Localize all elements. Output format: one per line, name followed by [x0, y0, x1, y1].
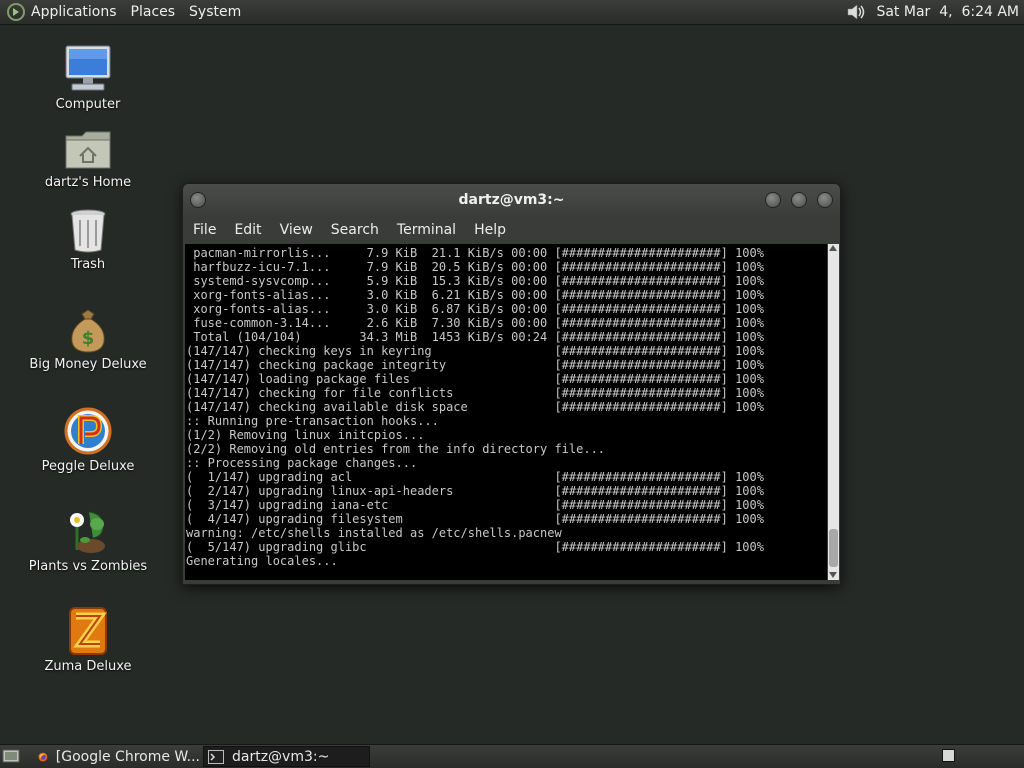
plants-vs-zombies-icon: [70, 511, 105, 553]
volume-icon[interactable]: [845, 2, 869, 22]
terminal-line: xorg-fonts-alias... 3.0 KiB 6.87 KiB/s 0…: [186, 302, 764, 316]
window-titlebar[interactable]: dartz@vm3:~: [183, 184, 840, 216]
terminal-window: dartz@vm3:~ File Edit View Search Termin…: [182, 183, 841, 585]
bottom-panel: [Google Chrome W... dartz@vm3:~: [0, 744, 1024, 768]
window-menubar: File Edit View Search Terminal Help: [183, 217, 840, 243]
desktop-icon-peggle-deluxe[interactable]: Peggle Deluxe: [8, 406, 168, 474]
taskbar-item-label: dartz@vm3:~: [232, 748, 330, 765]
terminal-line: :: Processing package changes...: [186, 456, 418, 470]
terminal-line: ( 5/147) upgrading glibc [##############…: [186, 540, 764, 554]
terminal-line: (2/2) Removing old entries from the info…: [186, 442, 606, 456]
terminal-line: harfbuzz-icu-7.1... 7.9 KiB 20.5 KiB/s 0…: [186, 260, 764, 274]
terminal-line: (147/147) checking package integrity [##…: [186, 358, 764, 372]
distro-logo-icon[interactable]: [7, 3, 25, 21]
terminal-scrollbar[interactable]: [828, 244, 839, 580]
desktop-icon-home[interactable]: dartz's Home: [8, 128, 168, 190]
computer-icon: [65, 45, 111, 91]
desktop-icon-zuma-deluxe[interactable]: Zuma Deluxe: [8, 606, 168, 674]
terminal-line: ( 2/147) upgrading linux-api-headers [##…: [186, 484, 764, 498]
firefox-icon: [38, 752, 48, 761]
desktop-icon-computer[interactable]: Computer: [8, 44, 168, 112]
desktop-icon-label: Plants vs Zombies: [28, 559, 148, 574]
places-menu[interactable]: Places: [131, 4, 184, 20]
menu-file[interactable]: File: [193, 222, 216, 238]
menu-edit[interactable]: Edit: [234, 222, 261, 238]
terminal-line: xorg-fonts-alias... 3.0 KiB 6.21 KiB/s 0…: [186, 288, 764, 302]
desktop-icon-trash[interactable]: Trash: [8, 208, 168, 272]
taskbar-item-terminal[interactable]: dartz@vm3:~: [203, 746, 370, 767]
menu-search[interactable]: Search: [331, 222, 379, 238]
taskbar-item-label: [Google Chrome W...: [55, 748, 200, 765]
terminal-line: Generating locales...: [186, 554, 338, 568]
terminal-line: (147/147) checking for file conflicts [#…: [186, 386, 764, 400]
menu-help[interactable]: Help: [474, 222, 506, 238]
desktop-icon-label: Trash: [70, 257, 106, 272]
svg-text:$: $: [82, 328, 95, 349]
desktop-icon-big-money-deluxe[interactable]: $ Big Money Deluxe: [8, 308, 168, 372]
minimize-button[interactable]: [765, 192, 781, 208]
terminal-line: fuse-common-3.14... 2.6 KiB 7.30 KiB/s 0…: [186, 316, 764, 330]
desktop-icon-label: dartz's Home: [44, 175, 132, 190]
terminal-line: ( 1/147) upgrading acl [################…: [186, 470, 764, 484]
top-panel: Applications Places System Sat Mar 4, 6:…: [0, 0, 1024, 25]
terminal-line: (1/2) Removing linux initcpios...: [186, 428, 425, 442]
terminal-line: (147/147) checking keys in keyring [####…: [186, 344, 764, 358]
scrollbar-thumb[interactable]: [829, 529, 838, 567]
home-folder-icon: [65, 131, 111, 169]
scroll-up-arrow-icon[interactable]: [829, 245, 837, 251]
show-desktop-icon[interactable]: [2, 748, 20, 764]
terminal-line: (147/147) checking available disk space …: [186, 400, 764, 414]
terminal-icon: [208, 749, 224, 764]
applications-menu[interactable]: Applications: [31, 4, 125, 20]
scroll-down-arrow-icon[interactable]: [829, 572, 837, 578]
terminal-line: ( 3/147) upgrading iana-etc [###########…: [186, 498, 764, 512]
system-menu[interactable]: System: [189, 4, 249, 20]
desktop-icon-label: Peggle Deluxe: [41, 459, 135, 474]
terminal-line: ( 4/147) upgrading filesystem [#########…: [186, 512, 764, 526]
desktop-icon-label: Computer: [55, 97, 121, 112]
terminal-line: systemd-sysvcomp... 5.9 KiB 15.3 KiB/s 0…: [186, 274, 764, 288]
terminal-line: warning: /etc/shells installed as /etc/s…: [186, 526, 562, 540]
menu-view[interactable]: View: [280, 222, 313, 238]
terminal-output[interactable]: pacman-mirrorlis... 7.9 KiB 21.1 KiB/s 0…: [185, 244, 827, 580]
clock[interactable]: Sat Mar 4, 6:24 AM: [876, 4, 1019, 20]
desktop-icon-label: Zuma Deluxe: [44, 659, 132, 674]
terminal-line: :: Running pre-transaction hooks...: [186, 414, 439, 428]
terminal-line: (147/147) loading package files [#######…: [186, 372, 764, 386]
taskbar-item-chrome[interactable]: [Google Chrome W...: [34, 746, 200, 767]
maximize-button[interactable]: [791, 192, 807, 208]
peggle-icon: [64, 407, 112, 455]
money-bag-icon: $: [71, 309, 105, 353]
workspace-switcher[interactable]: [942, 749, 955, 762]
menu-terminal[interactable]: Terminal: [397, 222, 456, 238]
window-title: dartz@vm3:~: [458, 192, 565, 208]
terminal-line: Total (104/104) 34.3 MiB 1453 KiB/s 00:2…: [186, 330, 764, 344]
desktop-icon-plants-vs-zombies[interactable]: Plants vs Zombies: [8, 506, 168, 574]
terminal-line: pacman-mirrorlis... 7.9 KiB 21.1 KiB/s 0…: [186, 246, 764, 260]
desktop-icon-label: Big Money Deluxe: [29, 357, 147, 372]
trash-icon: [70, 209, 106, 253]
zuma-icon: [69, 607, 107, 655]
close-button[interactable]: [817, 192, 833, 208]
